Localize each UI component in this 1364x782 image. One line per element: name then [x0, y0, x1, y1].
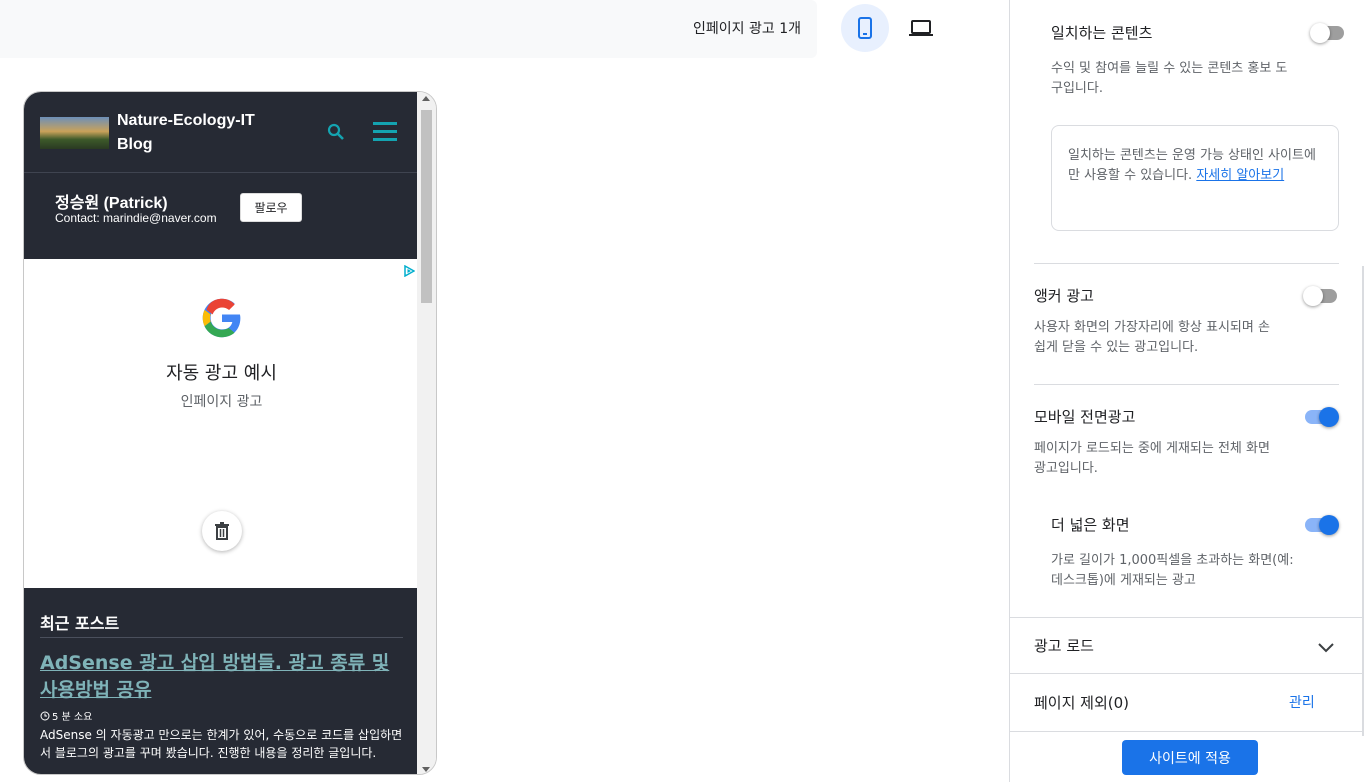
wider-screens-desc: 가로 길이가 1,000픽셀을 초과하는 화면(예: 데스크톱)에 게재되는 광… — [1051, 553, 1294, 588]
hamburger-menu-icon[interactable] — [373, 122, 397, 142]
matched-content-info: 일치하는 콘텐츠는 운영 가능 상태인 사이트에만 사용할 수 있습니다. 자세… — [1051, 125, 1339, 231]
preview-viewport[interactable]: Nature-Ecology-IT Blog 정승원 (Patrick) Con… — [24, 92, 419, 774]
anchor-ads-title: 앵커 광고 — [1034, 287, 1094, 305]
ad-count-label: 인페이지 광고 1개 — [693, 21, 801, 37]
author-contact: Contact: marindie@naver.com — [55, 211, 217, 225]
divider — [1010, 617, 1364, 618]
learn-more-link[interactable]: 자세히 알아보기 — [1196, 168, 1284, 183]
page-exclusions-title: 페이지 제외(0) — [1034, 694, 1130, 712]
in-page-ad-sample: 자동 광고 예시 인페이지 광고 — [24, 259, 419, 588]
mobile-view-button[interactable] — [841, 4, 889, 52]
ad-sample-title: 자동 광고 예시 — [166, 363, 277, 384]
mobile-preview-frame: Nature-Ecology-IT Blog 정승원 (Patrick) Con… — [23, 91, 437, 775]
google-g-icon — [202, 298, 241, 338]
search-icon[interactable] — [327, 123, 345, 141]
author-name: 정승원 (Patrick) — [55, 195, 168, 212]
divider — [1010, 673, 1364, 674]
manage-exclusions-link[interactable]: 관리 — [1289, 692, 1315, 712]
post-title-link[interactable]: AdSense 광고 삽입 방법들. 광고 종류 및 사용방법 공유 — [40, 650, 405, 704]
blog-logo[interactable] — [40, 117, 109, 149]
scroll-down-arrow-icon[interactable] — [422, 767, 430, 772]
preview-scrollbar[interactable] — [417, 92, 436, 774]
ad-load-title[interactable]: 광고 로드 — [1034, 635, 1094, 656]
read-time: 5 분 소요 — [52, 712, 93, 723]
scroll-up-arrow-icon[interactable] — [422, 96, 430, 101]
ad-sample-subtitle: 인페이지 광고 — [180, 394, 263, 410]
apply-to-site-button[interactable]: 사이트에 적용 — [1122, 740, 1258, 775]
anchor-ads-toggle[interactable] — [1303, 286, 1339, 306]
desktop-view-button[interactable] — [897, 4, 945, 52]
ad-settings-panel: 일치하는 콘텐츠 수익 및 참여를 늘릴 수 있는 콘텐츠 홍보 도구입니다. … — [1009, 0, 1364, 782]
matched-content-title: 일치하는 콘텐츠 — [1051, 24, 1153, 42]
trash-icon — [215, 522, 229, 540]
wider-screens-toggle[interactable] — [1303, 515, 1339, 535]
recent-posts-section: 최근 포스트 AdSense 광고 삽입 방법들. 광고 종류 및 사용방법 공… — [24, 588, 419, 774]
recent-divider — [40, 637, 403, 638]
vignette-ads-toggle[interactable] — [1303, 407, 1339, 427]
post-excerpt: AdSense 의 자동광고 만으로는 한계가 있어, 수동으로 코드를 삽입하… — [40, 728, 403, 760]
post-meta: 5 분 소요 — [40, 708, 92, 723]
matched-content-desc: 수익 및 참여를 늘릴 수 있는 콘텐츠 홍보 도구입니다. — [1051, 61, 1288, 96]
divider — [1034, 263, 1339, 264]
recent-posts-heading: 최근 포스트 — [40, 614, 120, 633]
preview-topbar: 인페이지 광고 1개 — [0, 0, 817, 58]
laptop-icon — [909, 20, 933, 36]
blog-header: Nature-Ecology-IT Blog — [24, 92, 419, 173]
blog-title[interactable]: Nature-Ecology-IT Blog — [117, 109, 277, 157]
author-profile: 정승원 (Patrick) Contact: marindie@naver.co… — [24, 173, 419, 259]
vignette-ads-desc: 페이지가 로드되는 중에 게재되는 전체 화면 광고입니다. — [1034, 441, 1270, 476]
chevron-down-icon[interactable] — [1317, 638, 1335, 656]
adchoices-icon[interactable] — [403, 265, 415, 277]
matched-content-toggle[interactable] — [1310, 23, 1346, 43]
delete-ad-button[interactable] — [202, 511, 242, 551]
follow-button[interactable]: 팔로우 — [240, 193, 302, 222]
divider — [1034, 384, 1339, 385]
divider — [1010, 731, 1364, 732]
anchor-ads-desc: 사용자 화면의 가장자리에 항상 표시되며 손쉽게 닫을 수 있는 광고입니다. — [1034, 320, 1270, 355]
wider-screens-title: 더 넓은 화면 — [1051, 516, 1130, 534]
clock-icon — [40, 711, 50, 720]
vignette-ads-title: 모바일 전면광고 — [1034, 408, 1136, 426]
scroll-thumb[interactable] — [421, 110, 432, 303]
smartphone-icon — [858, 17, 872, 39]
